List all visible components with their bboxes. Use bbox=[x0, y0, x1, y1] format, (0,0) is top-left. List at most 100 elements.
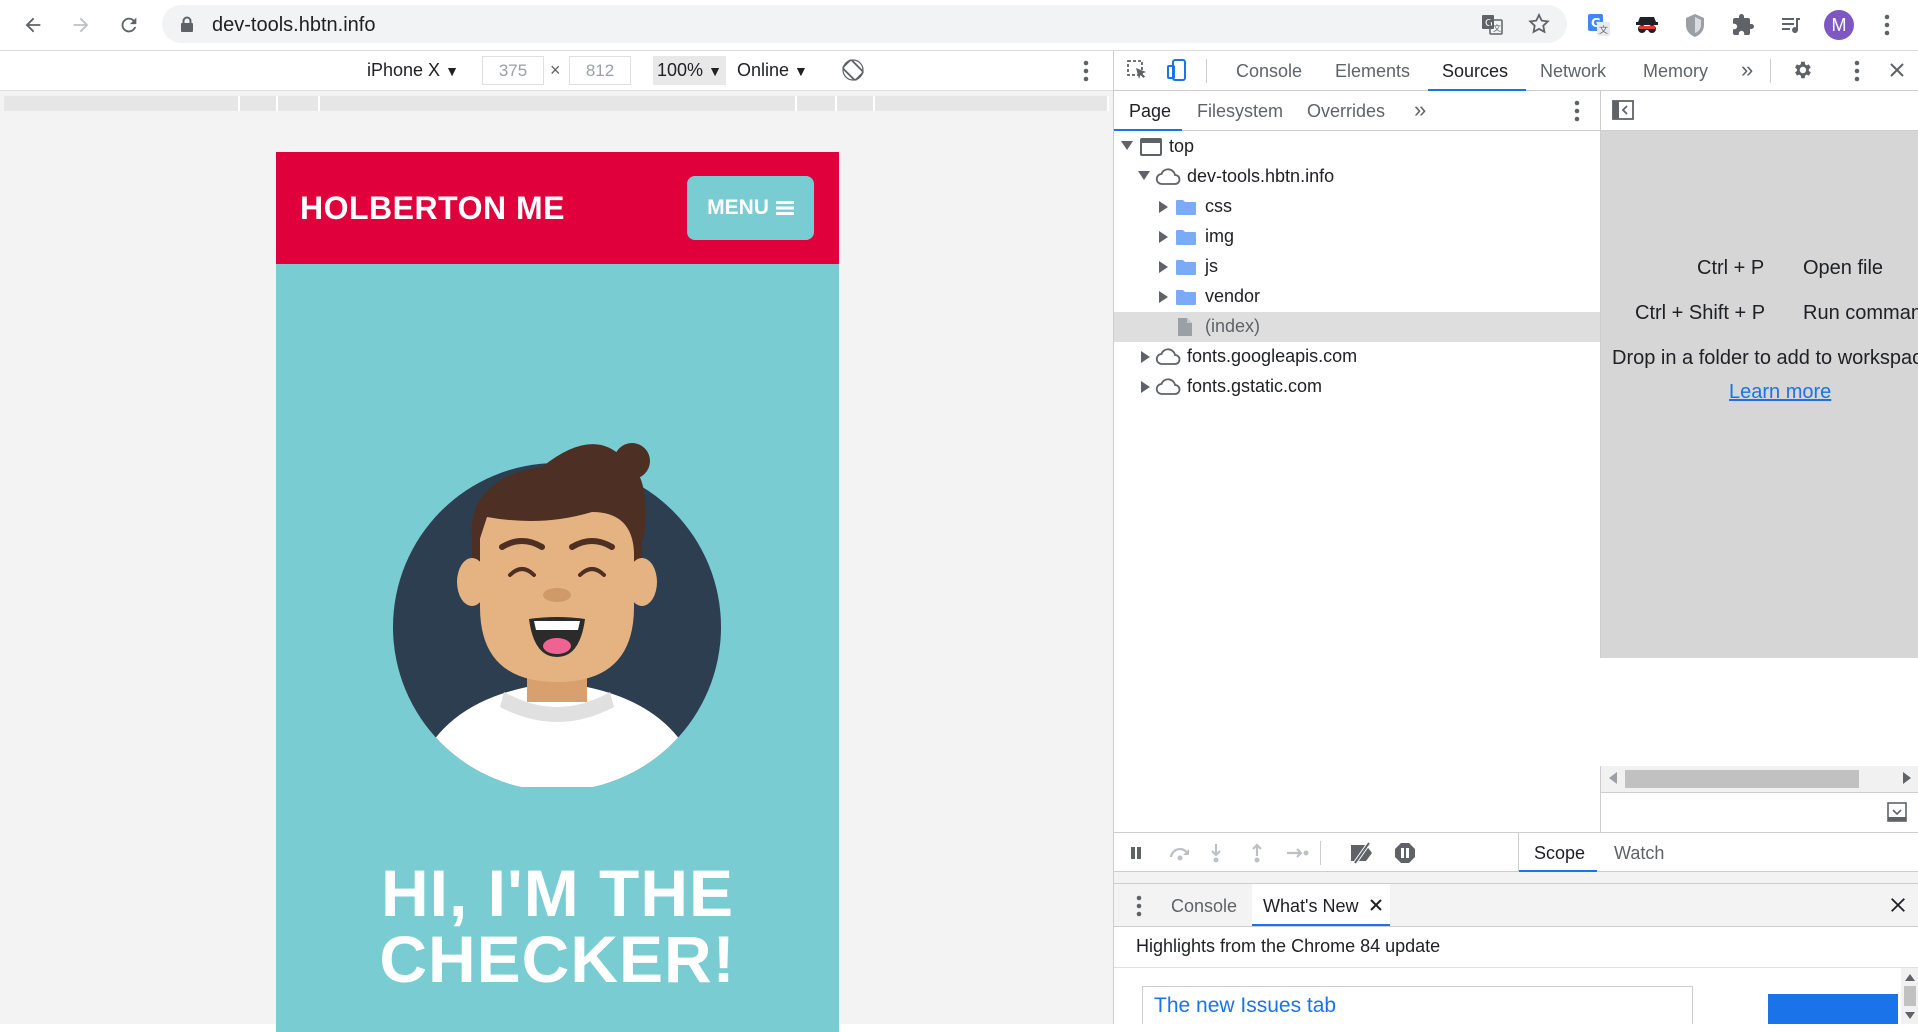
tree-node-top[interactable]: top bbox=[1114, 132, 1600, 162]
drawer-tab-console[interactable]: Console bbox=[1171, 896, 1237, 917]
shortcut-label: Run command bbox=[1803, 302, 1918, 324]
site-brand[interactable]: HOLBERTON ME bbox=[300, 190, 565, 227]
sidebar-toggle-icon bbox=[1612, 100, 1634, 120]
scroll-down-arrow-icon[interactable] bbox=[1905, 1012, 1915, 1019]
tab-overrides[interactable]: Overrides bbox=[1307, 101, 1385, 122]
vertical-scrollbar[interactable] bbox=[1901, 968, 1918, 1024]
tab-scope[interactable]: Scope bbox=[1534, 843, 1585, 864]
shield-extension-icon[interactable] bbox=[1678, 8, 1712, 42]
media-queue-icon[interactable] bbox=[1774, 8, 1808, 42]
toggle-navigator-button[interactable] bbox=[1612, 100, 1634, 120]
drawer-tab-whats-new[interactable]: What's New bbox=[1252, 884, 1390, 926]
puzzle-extensions-icon[interactable] bbox=[1726, 8, 1760, 42]
step-icon[interactable] bbox=[1286, 845, 1310, 861]
url-text: dev-tools.hbtn.info bbox=[212, 14, 376, 36]
learn-more-link[interactable]: Learn more bbox=[1729, 381, 1831, 404]
zoom-value: 100% bbox=[657, 60, 704, 80]
tree-label: fonts.googleapis.com bbox=[1187, 346, 1358, 366]
zoom-select[interactable]: 100% ▼ bbox=[653, 56, 726, 85]
step-out-icon[interactable] bbox=[1249, 843, 1265, 863]
tab-filesystem[interactable]: Filesystem bbox=[1197, 101, 1283, 122]
navigator-menu-button[interactable] bbox=[1574, 100, 1580, 122]
menu-button[interactable]: MENU bbox=[687, 176, 814, 240]
scrollbar-thumb[interactable] bbox=[1625, 770, 1859, 788]
tree-node-index[interactable]: (index) bbox=[1114, 312, 1600, 342]
tree-node-folder[interactable]: vendor bbox=[1114, 282, 1600, 312]
more-subtabs-chevron-icon[interactable]: » bbox=[1414, 97, 1426, 123]
editor-status-bar bbox=[1600, 792, 1918, 832]
media-query-segment[interactable] bbox=[837, 96, 875, 111]
tab-page[interactable]: Page bbox=[1129, 101, 1171, 122]
devtools-menu-button[interactable] bbox=[1854, 60, 1860, 82]
media-query-segment[interactable] bbox=[320, 96, 797, 111]
close-tab-icon[interactable] bbox=[1370, 899, 1382, 911]
scroll-right-arrow-icon[interactable] bbox=[1903, 772, 1911, 784]
tree-node-folder[interactable]: js bbox=[1114, 252, 1600, 282]
tab-memory[interactable]: Memory bbox=[1643, 61, 1708, 82]
device-toolbar-menu-button[interactable] bbox=[1083, 60, 1089, 82]
browser-menu-button[interactable] bbox=[1870, 8, 1904, 42]
pause-on-exceptions-icon[interactable] bbox=[1394, 842, 1416, 864]
device-toolbar-icon bbox=[1167, 59, 1186, 81]
device-height-input[interactable]: 812 bbox=[569, 56, 631, 85]
pause-icon[interactable] bbox=[1128, 845, 1144, 861]
close-devtools-button[interactable] bbox=[1887, 60, 1907, 80]
panel-splitter[interactable] bbox=[1114, 872, 1918, 883]
reload-button[interactable] bbox=[112, 8, 146, 42]
device-width-input[interactable]: 375 bbox=[482, 56, 544, 85]
whats-new-card[interactable]: The new Issues tab bbox=[1142, 986, 1693, 1024]
site-header: HOLBERTON ME MENU bbox=[276, 152, 839, 264]
media-query-segment[interactable] bbox=[875, 96, 1109, 111]
issues-tab-link[interactable]: The new Issues tab bbox=[1154, 994, 1336, 1018]
toggle-device-toolbar-button[interactable] bbox=[1165, 58, 1189, 82]
tab-watch[interactable]: Watch bbox=[1614, 843, 1664, 864]
address-bar[interactable]: dev-tools.hbtn.info G文 bbox=[162, 5, 1567, 43]
tab-elements[interactable]: Elements bbox=[1335, 61, 1410, 82]
tree-node-host[interactable]: fonts.googleapis.com bbox=[1114, 342, 1600, 372]
google-translate-extension-icon[interactable]: G文 bbox=[1582, 8, 1616, 42]
scroll-up-arrow-icon[interactable] bbox=[1905, 974, 1915, 981]
device-select[interactable]: iPhone X ▼ bbox=[367, 60, 459, 81]
toolbar-divider bbox=[1206, 59, 1207, 83]
incognito-extension-icon[interactable] bbox=[1630, 8, 1664, 42]
device-viewport: HOLBERTON ME MENU HI, I'M THE CHECKER! bbox=[0, 121, 1113, 1032]
step-into-icon[interactable] bbox=[1208, 843, 1224, 863]
step-over-icon[interactable] bbox=[1168, 845, 1192, 861]
frame-icon bbox=[1140, 138, 1162, 156]
folder-icon bbox=[1176, 200, 1196, 215]
tree-label: (index) bbox=[1205, 316, 1261, 336]
avatar[interactable]: M bbox=[1822, 8, 1856, 42]
forward-button[interactable] bbox=[64, 8, 98, 42]
tab-network[interactable]: Network bbox=[1540, 61, 1606, 82]
bookmark-star-icon[interactable] bbox=[1527, 12, 1551, 36]
tree-node-host[interactable]: dev-tools.hbtn.info bbox=[1114, 162, 1600, 192]
drawer-tab-label: What's New bbox=[1263, 896, 1359, 916]
scrollbar-thumb[interactable] bbox=[1904, 986, 1916, 1006]
inspect-element-button[interactable] bbox=[1125, 58, 1149, 82]
scroll-left-arrow-icon[interactable] bbox=[1609, 772, 1617, 784]
shortcut-label: Open file bbox=[1803, 257, 1884, 279]
media-query-segment[interactable] bbox=[278, 96, 320, 111]
tree-node-folder[interactable]: img bbox=[1114, 222, 1600, 252]
collapse-arrow-icon bbox=[1159, 231, 1168, 243]
more-tabs-chevron-icon[interactable]: » bbox=[1741, 57, 1753, 83]
shortcut-keys: Ctrl + Shift + P bbox=[1635, 302, 1766, 324]
drawer-menu-button[interactable] bbox=[1136, 895, 1142, 917]
translate-icon[interactable]: G文 bbox=[1480, 12, 1504, 36]
network-throttle-select[interactable]: Online ▼ bbox=[737, 60, 808, 81]
horizontal-scrollbar[interactable] bbox=[1600, 766, 1918, 792]
settings-button[interactable] bbox=[1791, 59, 1813, 81]
media-query-segment[interactable] bbox=[240, 96, 278, 111]
back-button[interactable] bbox=[16, 8, 50, 42]
rotate-button[interactable] bbox=[841, 58, 865, 82]
close-drawer-button[interactable] bbox=[1889, 896, 1907, 914]
media-query-segment[interactable] bbox=[4, 96, 240, 111]
tree-label: top bbox=[1169, 136, 1195, 156]
media-query-segment[interactable] bbox=[797, 96, 837, 111]
toggle-debugger-sidebar-button[interactable] bbox=[1887, 802, 1907, 822]
tab-sources[interactable]: Sources bbox=[1442, 61, 1508, 82]
tree-node-host[interactable]: fonts.gstatic.com bbox=[1114, 372, 1600, 402]
deactivate-breakpoints-icon[interactable] bbox=[1349, 842, 1377, 864]
tree-node-folder[interactable]: css bbox=[1114, 192, 1600, 222]
tab-console[interactable]: Console bbox=[1236, 61, 1302, 82]
